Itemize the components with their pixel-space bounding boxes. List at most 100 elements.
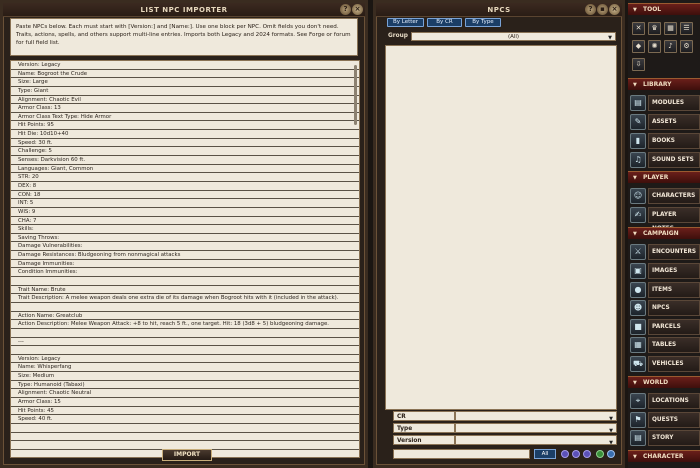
text-line: Trait Name: Brute [11,286,359,295]
text-line: Hit Die: 10d10+40 [11,130,359,139]
sidebar-item-books[interactable]: ▮ BOOKS [630,133,700,149]
sidebar-item-tables[interactable]: ▦ TABLES [630,337,700,353]
lock-icon[interactable]: ▪ [597,4,608,15]
sidebar-item-label: MODULES [648,95,700,111]
group-select[interactable]: (All) ▼ [411,32,616,41]
filter-cr[interactable]: CR ▼ [393,411,617,422]
vehicle-icon: ⛟ [630,356,646,372]
section-label: CHARACTER [643,453,684,460]
text-line: Armor Class: 13 [11,104,359,113]
sidebar-item-locations[interactable]: ⌖ LOCATIONS [630,393,700,409]
dice-icon[interactable]: ◆ [632,40,645,53]
filter-select[interactable]: ▼ [455,435,617,446]
sidebar-item-sound-sets[interactable]: ♫ SOUND SETS [630,152,700,168]
tab-by-type[interactable]: By Type [465,18,501,27]
help-icon[interactable]: ? [340,4,351,15]
sidebar-item-label: TABLES [648,337,700,353]
text-line: Condition Immunities: [11,268,359,278]
encounter-icon: ⚔ [630,244,646,260]
sidebar-item-npcs[interactable]: ☻ NPCS [630,300,700,316]
filter-label: Version [393,435,455,445]
text-line: Speed: 40 ft. [11,415,359,424]
text-line: Saving Throws: [11,234,359,243]
sidebar-item-player-notes[interactable]: ✍PLAYER NOTES [630,207,700,232]
importer-title: LIST NPC IMPORTER [3,3,365,17]
import-button[interactable]: IMPORT [162,449,212,461]
story-icon: ▤ [630,430,646,446]
sidebar-item-images[interactable]: ▣ IMAGES [630,263,700,279]
text-line: Challenge: 5 [11,147,359,157]
section-tool[interactable]: ▼ TOOL [628,3,700,15]
text-line: INT: 5 [11,199,359,208]
sidebar-item-label: SOUND SETS [648,152,700,168]
light-icon[interactable]: ✺ [648,40,661,53]
bag-icon: ● [630,282,646,298]
tool-icon[interactable]: ♛ [648,22,661,35]
section-world[interactable]: ▼ WORLD [628,376,700,388]
npc-list[interactable] [385,45,617,410]
filter-dot-button[interactable] [572,450,580,458]
importer-instructions: Paste NPCs below. Each must start with [… [10,18,358,56]
sidebar-item-parcels[interactable]: ■ PARCELS [630,319,700,335]
text-line: Senses: Darkvision 60 ft. [11,156,359,165]
scrollbar[interactable] [354,65,357,125]
text-line [11,433,359,442]
sidebar-item-label: ASSETS [648,114,700,130]
section-character[interactable]: ▼ CHARACTER [628,450,700,462]
section-library[interactable]: ▼ LIBRARY [628,78,700,90]
filter-version[interactable]: Version ▼ [393,435,617,446]
sidebar-item-label: VEHICLES [648,356,700,372]
table-icon: ▦ [630,337,646,353]
notes-icon: ✍ [630,207,646,223]
sidebar-item-label: NPCS [648,300,700,316]
filter-dot-button[interactable] [561,450,569,458]
sidebar-item-story[interactable]: ▤ STORY [630,430,700,446]
text-line: Action Name: Greatclub [11,312,359,321]
filter-select[interactable]: ▼ [455,411,617,422]
filter-type[interactable]: Type ▼ [393,423,617,434]
calendar-icon[interactable]: ▦ [664,22,677,35]
text-line: Hit Points: 45 [11,407,359,416]
sidebar-item-modules[interactable]: ▤ MODULES [630,95,700,111]
close-icon[interactable]: × [352,4,363,15]
text-line: CHA: 7 [11,217,359,226]
sound-icon: ♫ [630,152,646,168]
sidebar-item-characters[interactable]: ☺ CHARACTERS [630,188,700,204]
chevron-down-icon: ▼ [608,35,612,41]
sidebar-item-items[interactable]: ● ITEMS [630,282,700,298]
edit-icon[interactable] [607,450,615,458]
add-icon[interactable] [596,450,604,458]
text-line: Armor Class Text Type: Hide Armor [11,113,359,122]
section-campaign[interactable]: ▼ CAMPAIGN [628,227,700,239]
filter-select[interactable]: ▼ [455,423,617,434]
section-player[interactable]: ▼ PLAYER [628,171,700,183]
npc-text-input[interactable]: Version: Legacy Name: Bogroot the Crude Si… [10,60,360,458]
sidebar-item-label: CHARACTERS [648,188,700,204]
text-line: Type: Humanoid (Tabaxi) [11,381,359,390]
sidebar-item-vehicles[interactable]: ⛟ VEHICLES [630,356,700,372]
tool-icon[interactable]: ☰ [680,22,693,35]
npc-icon: ☻ [630,300,646,316]
sidebar-item-label: ITEMS [648,282,700,298]
sidebar-item-assets[interactable]: ✎ ASSETS [630,114,700,130]
close-icon[interactable]: × [609,4,620,15]
export-icon[interactable]: ⇩ [632,58,645,71]
tool-icon[interactable]: ✕ [632,22,645,35]
help-icon[interactable]: ? [585,4,596,15]
sidebar-item-quests[interactable]: ⚑ QUESTS [630,412,700,428]
section-label: WORLD [643,379,669,386]
filter-dot-button[interactable] [583,450,591,458]
all-button[interactable]: All [534,449,556,459]
text-line: Speed: 30 ft. [11,139,359,148]
text-line: Type: Giant [11,87,359,96]
gear-icon[interactable]: ⚙ [680,40,693,53]
music-icon[interactable]: ♪ [664,40,677,53]
tab-by-letter[interactable]: By Letter [387,18,424,27]
text-line [11,346,359,355]
search-input[interactable] [393,449,530,459]
sidebar-item-encounters[interactable]: ⚔ ENCOUNTERS [630,244,700,260]
text-line: Size: Medium [11,372,359,381]
group-label: Group [388,33,408,39]
chevron-down-icon: ▼ [609,440,613,446]
tab-by-cr[interactable]: By CR [427,18,462,27]
